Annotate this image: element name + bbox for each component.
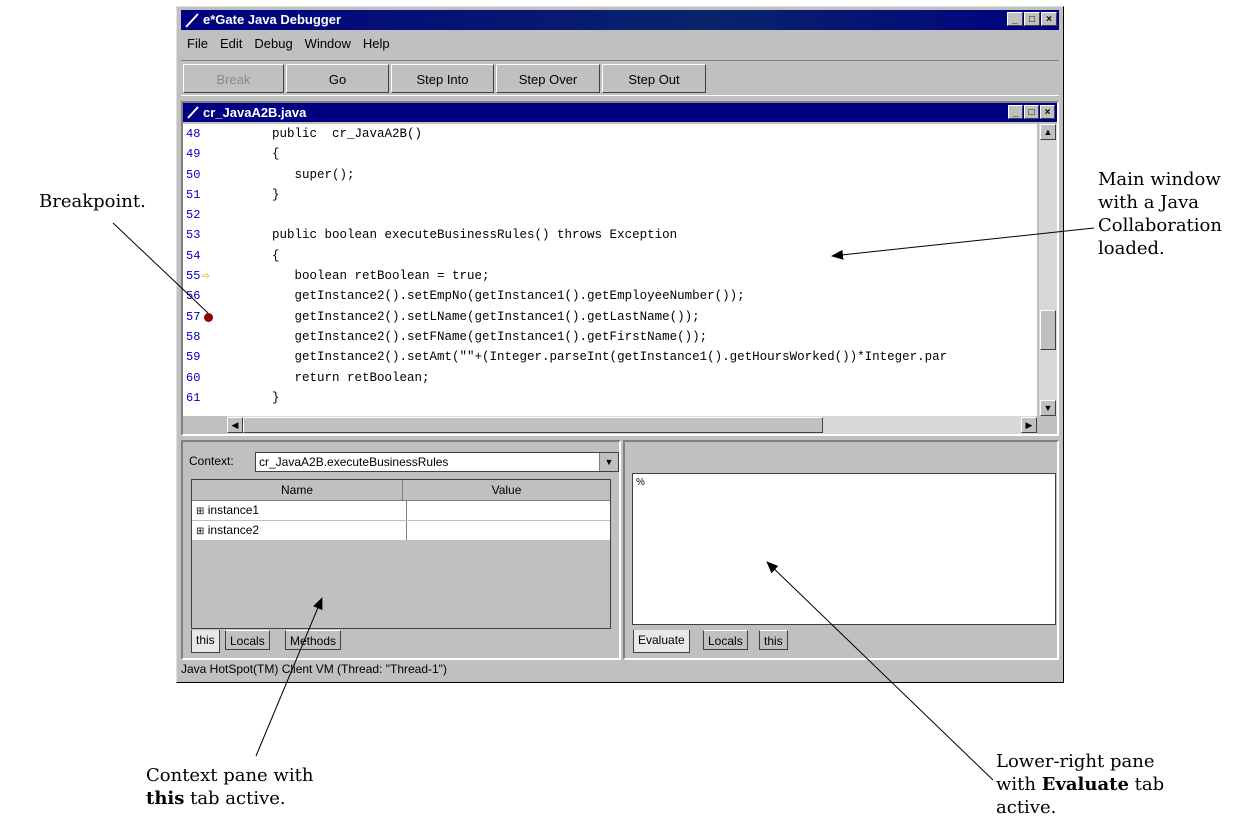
breakpoint-pointer [112, 222, 209, 314]
main-window-arrow [831, 227, 1095, 260]
callout-pointers [112, 222, 1095, 781]
evaluate-pane-arrow [766, 561, 994, 781]
context-pane-arrow [255, 597, 323, 757]
